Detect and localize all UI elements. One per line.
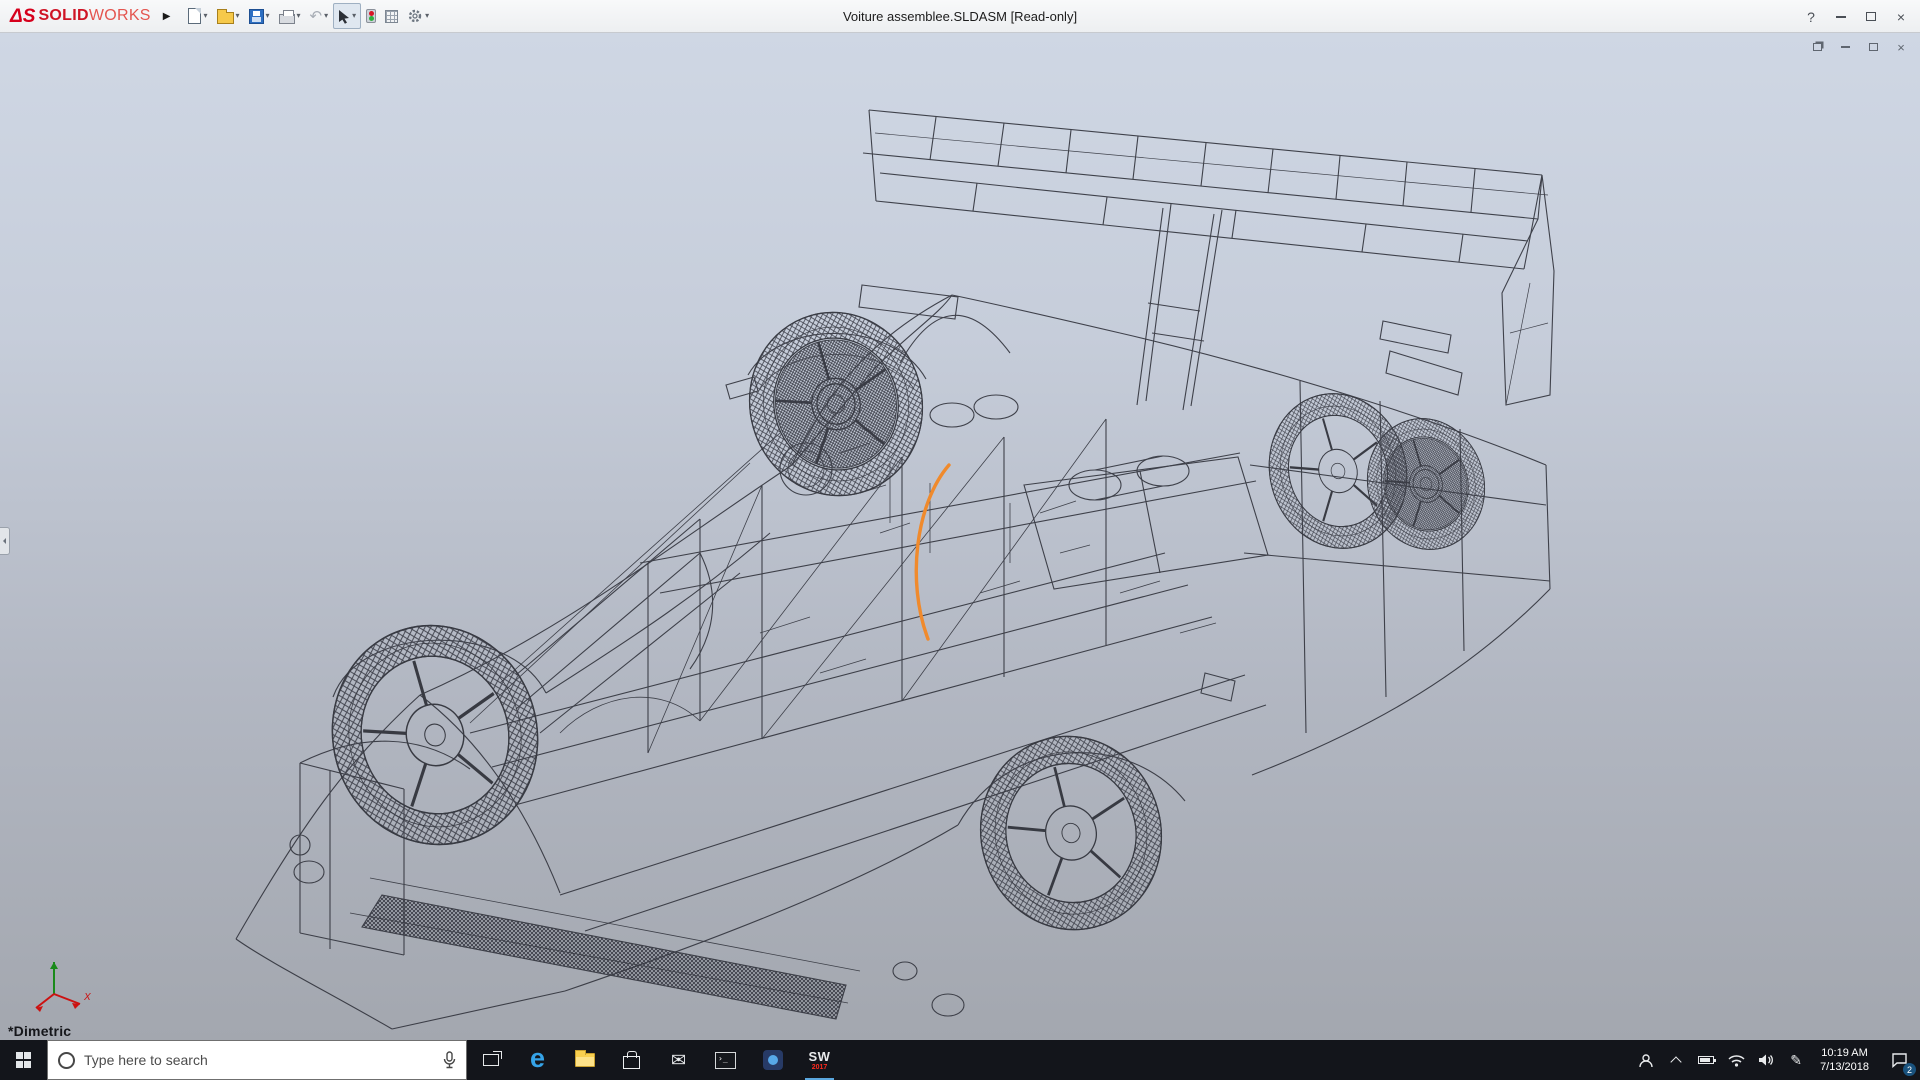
- action-center-button[interactable]: 2: [1878, 1040, 1920, 1080]
- gear-icon: [407, 8, 423, 24]
- titlebar: ΔS SOLIDWORKS ▶ ▾ ▾ ▾ ▾ ↶▾ ▾ ▾ Voiture a…: [0, 0, 1920, 33]
- notification-badge: 2: [1903, 1063, 1916, 1076]
- cortana-icon: [58, 1052, 75, 1069]
- doc-minimize-icon: [1841, 46, 1850, 48]
- save-floppy-icon: [249, 9, 264, 24]
- taskbar-app-mail[interactable]: ✉: [655, 1040, 702, 1080]
- window-title: Voiture assemblee.SLDASM [Read-only]: [843, 0, 1077, 33]
- ds-logo-icon: ΔS: [10, 7, 35, 26]
- taskbar-clock[interactable]: 10:19 AM 7/13/2018: [1811, 1046, 1878, 1074]
- speaker-icon: [1758, 1053, 1774, 1067]
- network-button[interactable]: [1721, 1040, 1751, 1080]
- doc-minimize-button[interactable]: [1836, 39, 1854, 55]
- menu-flyout-arrow-icon[interactable]: ▶: [163, 11, 171, 22]
- file-properties-button[interactable]: [381, 3, 402, 29]
- taskbar-app-command-prompt[interactable]: ›_: [702, 1040, 749, 1080]
- file-explorer-icon: [575, 1053, 595, 1067]
- search-input[interactable]: [84, 1052, 434, 1068]
- doc-restore-button[interactable]: [1808, 39, 1826, 55]
- dropdown-caret-icon[interactable]: ▾: [425, 12, 429, 20]
- start-button[interactable]: [0, 1040, 47, 1080]
- document-window-controls: ×: [1808, 39, 1910, 55]
- windows-ink-button[interactable]: ✎: [1781, 1040, 1811, 1080]
- taskbar-app-solidworks[interactable]: SW 2017: [796, 1040, 843, 1080]
- dropdown-caret-icon[interactable]: ▾: [297, 12, 301, 20]
- task-view-icon: [483, 1054, 499, 1066]
- brand-solid: SOLID: [38, 7, 88, 24]
- undo-icon: ↶: [310, 9, 323, 24]
- select-cursor-icon: [338, 9, 350, 24]
- windows-taskbar: e ✉ ›_ SW 2017 ✎ 10:19 AM 7/13/2018 2: [0, 1040, 1920, 1080]
- brand-works: WORKS: [89, 7, 151, 24]
- orientation-triad: X: [14, 948, 94, 1016]
- mail-envelope-icon: ✉: [671, 1051, 686, 1069]
- dropdown-caret-icon[interactable]: ▾: [352, 12, 356, 20]
- window-controls: ? ×: [1796, 0, 1916, 33]
- quick-access-toolbar: ▾ ▾ ▾ ▾ ↶▾ ▾ ▾: [184, 3, 433, 29]
- graphics-viewport[interactable]: × X *Dimetric: [0, 33, 1920, 1040]
- brand-name: SOLIDWORKS: [38, 7, 150, 25]
- wifi-icon: [1728, 1054, 1745, 1067]
- rebuild-stoplight-icon: [366, 9, 376, 23]
- dropdown-caret-icon[interactable]: ▾: [203, 12, 207, 20]
- people-icon: [1638, 1053, 1654, 1068]
- print-icon: [279, 14, 295, 24]
- solidworks-logo: ΔS SOLIDWORKS: [0, 7, 159, 26]
- doc-restore-icon: [1813, 43, 1822, 51]
- taskbar-search-box[interactable]: [47, 1040, 467, 1080]
- new-document-icon: [188, 8, 201, 24]
- taskbar-app-edge[interactable]: e: [514, 1040, 561, 1080]
- taskbar-app-file-explorer[interactable]: [561, 1040, 608, 1080]
- rebuild-button[interactable]: [362, 3, 380, 29]
- system-tray: ✎ 10:19 AM 7/13/2018 2: [1631, 1040, 1920, 1080]
- volume-button[interactable]: [1751, 1040, 1781, 1080]
- people-button[interactable]: [1631, 1040, 1661, 1080]
- select-tool-button[interactable]: ▾: [333, 3, 361, 29]
- taskbar-app-store[interactable]: [608, 1040, 655, 1080]
- taskbar-app-blue[interactable]: [749, 1040, 796, 1080]
- doc-maximize-button[interactable]: [1864, 39, 1882, 55]
- clock-date: 7/13/2018: [1820, 1060, 1869, 1074]
- file-properties-icon: [385, 10, 398, 23]
- solidworks-2017-icon: SW 2017: [809, 1050, 831, 1071]
- print-button[interactable]: ▾: [275, 3, 305, 29]
- save-button[interactable]: ▾: [245, 3, 274, 29]
- store-icon: [623, 1056, 640, 1069]
- restore-button[interactable]: [1856, 4, 1886, 30]
- triad-x-label: X: [83, 992, 91, 1003]
- panel-collapse-tab[interactable]: [0, 527, 10, 555]
- doc-maximize-icon: [1869, 43, 1878, 51]
- dropdown-caret-icon[interactable]: ▾: [236, 12, 240, 20]
- edge-icon: e: [530, 1045, 545, 1072]
- new-document-button[interactable]: ▾: [184, 3, 211, 29]
- microphone-icon[interactable]: [443, 1051, 456, 1069]
- options-button[interactable]: ▾: [403, 3, 433, 29]
- close-button[interactable]: ×: [1886, 4, 1916, 30]
- doc-close-button[interactable]: ×: [1892, 39, 1910, 55]
- task-view-button[interactable]: [467, 1040, 514, 1080]
- dropdown-caret-icon[interactable]: ▾: [324, 12, 328, 20]
- tray-overflow-button[interactable]: [1661, 1040, 1691, 1080]
- dropdown-caret-icon[interactable]: ▾: [266, 12, 270, 20]
- help-button[interactable]: ?: [1796, 4, 1826, 30]
- windows-logo-icon: [16, 1052, 32, 1068]
- battery-icon: [1698, 1056, 1714, 1064]
- blue-app-icon: [763, 1050, 783, 1070]
- minimize-button[interactable]: [1826, 4, 1856, 30]
- chevron-up-icon: [1670, 1056, 1681, 1067]
- open-button[interactable]: ▾: [213, 3, 244, 29]
- model-wireframe-car[interactable]: [0, 33, 1920, 1040]
- view-orientation-label: *Dimetric: [8, 1023, 71, 1039]
- open-folder-icon: [217, 12, 234, 24]
- clock-time: 10:19 AM: [1821, 1046, 1867, 1060]
- minimize-icon: [1836, 16, 1846, 18]
- battery-button[interactable]: [1691, 1040, 1721, 1080]
- command-prompt-icon: ›_: [715, 1052, 736, 1069]
- undo-button[interactable]: ↶▾: [306, 3, 333, 29]
- restore-icon: [1866, 12, 1876, 21]
